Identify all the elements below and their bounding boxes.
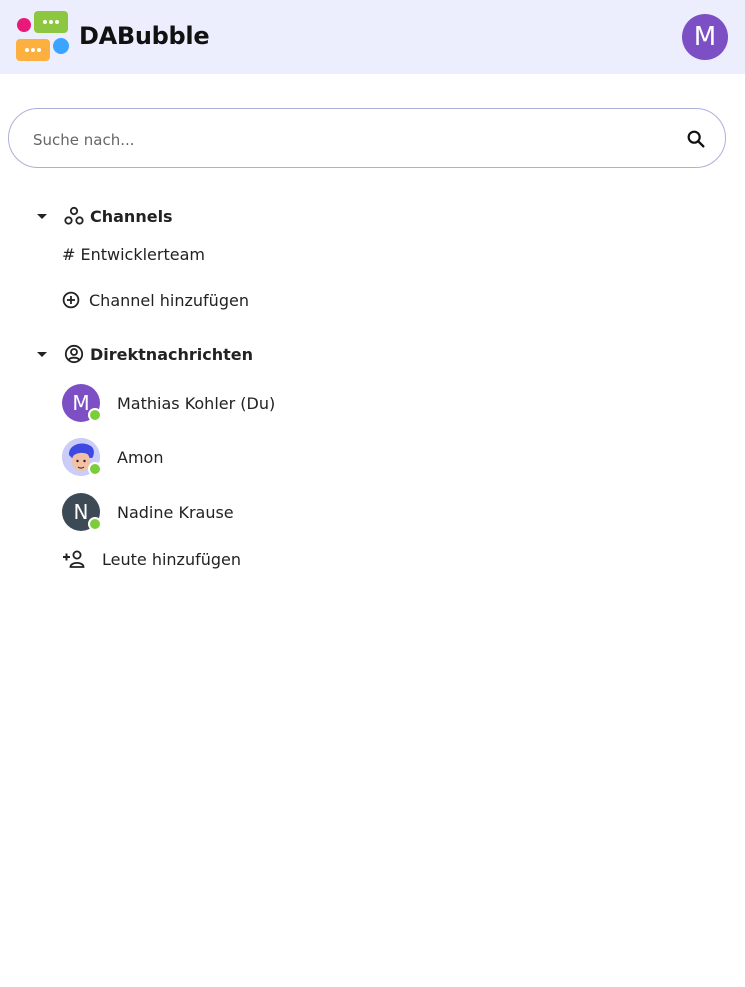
user-avatar-initial: M (693, 22, 717, 52)
channels-heading: Channels (90, 206, 173, 226)
avatar: N (62, 493, 102, 531)
channels-section-toggle[interactable]: Channels (36, 204, 173, 228)
app-header: DABubble M (0, 0, 745, 74)
dm-item-mathias-kohler[interactable]: M Mathias Kohler (Du) (62, 384, 275, 422)
search-input[interactable] (31, 127, 655, 153)
online-status-dot (88, 517, 102, 531)
dm-name: Mathias Kohler (Du) (117, 393, 276, 413)
search-icon[interactable] (685, 128, 707, 150)
app-logo-icon (16, 11, 69, 61)
add-channel-button[interactable]: Channel hinzufügen (62, 289, 249, 311)
app-title: DABubble (79, 22, 210, 50)
online-status-dot (88, 408, 102, 422)
direct-messages-section-toggle[interactable]: Direktnachrichten (36, 342, 253, 366)
caret-down-icon (37, 214, 47, 219)
add-channel-label: Channel hinzufügen (89, 290, 249, 310)
online-status-dot (88, 462, 102, 476)
dm-item-amon[interactable]: Amon (62, 438, 163, 476)
caret-down-icon (37, 352, 47, 357)
dm-item-nadine-krause[interactable]: N Nadine Krause (62, 493, 234, 531)
channel-item-entwicklerteam[interactable]: # Entwicklerteam (62, 245, 205, 264)
person-add-icon (63, 550, 85, 568)
user-avatar[interactable]: M (682, 14, 728, 60)
add-circle-icon (62, 291, 80, 309)
avatar-initial: M (72, 391, 90, 415)
search-bar (8, 108, 726, 168)
add-people-button[interactable]: Leute hinzufügen (62, 548, 241, 570)
add-people-label: Leute hinzufügen (102, 549, 241, 569)
dm-name: Nadine Krause (117, 502, 234, 522)
dm-name: Amon (117, 447, 164, 467)
workspaces-icon (64, 206, 84, 225)
avatar-initial: N (73, 500, 89, 524)
direct-messages-heading: Direktnachrichten (90, 344, 253, 364)
avatar (62, 438, 102, 476)
account-circle-icon (64, 344, 84, 364)
avatar: M (62, 384, 102, 422)
